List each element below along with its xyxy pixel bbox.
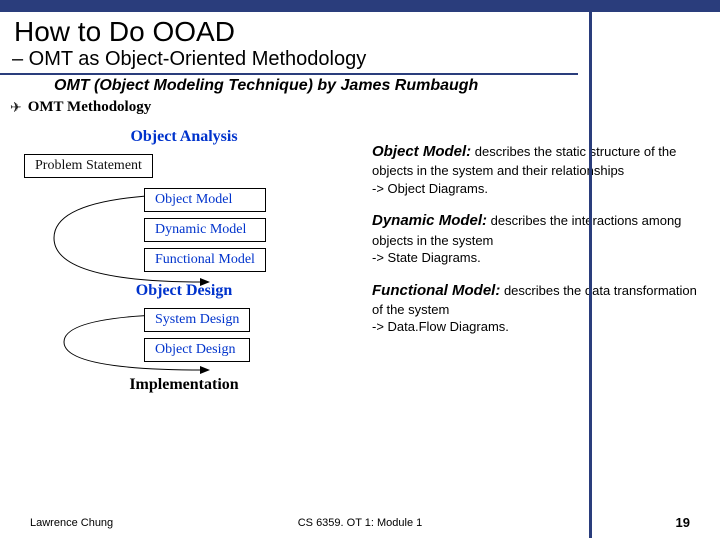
object-design-box: Object Design [144,338,250,362]
object-model-title: Object Model: [372,143,471,160]
analysis-heading: Object Analysis [14,128,354,146]
implementation-heading: Implementation [14,376,354,394]
slide-number: 19 [676,515,690,530]
dynamic-model-box: Dynamic Model [144,218,266,242]
omt-diagram: Object Analysis Problem Statement Object… [14,122,354,394]
slide-title: How to Do OOAD [0,12,720,48]
problem-statement-box: Problem Statement [24,154,153,178]
functional-model-arrow: -> Data.Flow Diagrams. [372,319,509,334]
airplane-icon: ✈ [10,99,22,116]
dynamic-model-description: Dynamic Model: describes the interaction… [372,211,706,266]
slide-footer: Lawrence Chung CS 6359. OT 1: Module 1 1… [0,515,720,530]
system-design-box: System Design [144,308,250,332]
footer-author: Lawrence Chung [30,517,113,529]
functional-model-box: Functional Model [144,248,266,272]
dynamic-model-arrow: -> State Diagrams. [372,250,481,265]
object-model-description: Object Model: describes the static struc… [372,142,706,197]
footer-course: CS 6359. OT 1: Module 1 [298,517,423,529]
model-descriptions: Object Model: describes the static struc… [372,122,706,394]
slide-subhead: OMT (Object Modeling Technique) by James… [0,75,720,99]
omt-methodology-label: OMT Methodology [28,99,151,116]
dynamic-model-title: Dynamic Model: [372,212,487,229]
object-model-arrow: -> Object Diagrams. [372,181,488,196]
functional-model-title: Functional Model: [372,282,500,299]
slide-subtitle: – OMT as Object-Oriented Methodology [0,48,578,75]
top-accent-bar [0,0,720,12]
right-accent-bar [589,12,592,538]
object-model-box: Object Model [144,188,266,212]
functional-model-description: Functional Model: describes the data tra… [372,281,706,336]
